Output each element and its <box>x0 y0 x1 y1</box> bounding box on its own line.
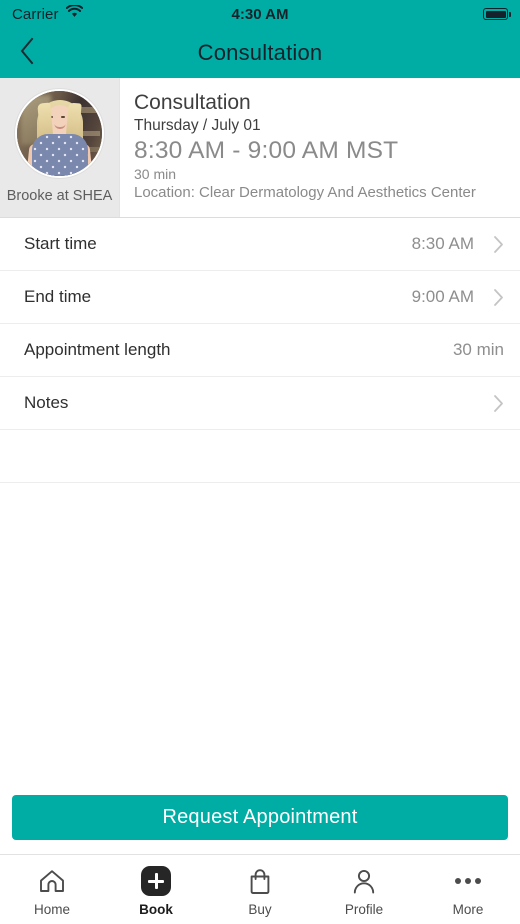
tab-label: Profile <box>344 902 384 917</box>
ellipsis-icon <box>455 867 481 895</box>
chevron-right-icon <box>482 394 504 413</box>
row-label: End time <box>24 287 92 306</box>
row-appointment-length: Appointment length 30 min <box>0 324 520 377</box>
appointment-time-range: 8:30 AM - 9:00 AM MST <box>134 137 399 164</box>
row-end-time[interactable]: End time 9:00 AM <box>0 271 520 324</box>
carrier-label: Carrier <box>12 5 59 23</box>
row-notes[interactable]: Notes <box>0 377 520 430</box>
provider-avatar-photo <box>15 89 104 178</box>
row-value: 30 min <box>452 340 504 359</box>
battery-full-icon <box>483 8 511 20</box>
appointment-title: Consultation <box>134 91 251 114</box>
row-value: 9:00 AM <box>411 287 474 306</box>
tab-label: Home <box>33 902 70 917</box>
bag-icon <box>247 867 273 895</box>
status-bar-right <box>483 8 511 20</box>
row-start-time[interactable]: Start time 8:30 AM <box>0 218 520 271</box>
page-title: Consultation <box>197 40 323 65</box>
chevron-right-icon <box>482 288 504 307</box>
tab-label: Book <box>139 902 173 917</box>
row-label: Notes <box>24 393 69 412</box>
home-icon <box>38 867 66 895</box>
status-bar-left: Carrier <box>12 4 83 23</box>
appointment-summary-card: Brooke at SHEA Consultation Thursday / J… <box>0 78 520 218</box>
tab-buy[interactable]: Buy <box>208 867 312 917</box>
tab-label: Buy <box>248 902 272 917</box>
appointment-date: Thursday / July 01 <box>134 117 261 134</box>
provider-panel[interactable]: Brooke at SHEA <box>0 78 120 217</box>
tab-profile[interactable]: Profile <box>312 867 416 917</box>
request-appointment-button[interactable]: Request Appointment <box>12 795 508 840</box>
status-bar: Carrier 4:30 AM <box>0 0 520 28</box>
row-label: Start time <box>24 234 97 253</box>
chevron-right-icon <box>482 235 504 254</box>
appointment-duration: 30 min <box>134 166 177 182</box>
appointment-detail-list: Start time 8:30 AM End time 9:00 AM Appo… <box>0 218 520 483</box>
row-value: 8:30 AM <box>411 234 474 253</box>
tab-home[interactable]: Home <box>0 867 104 917</box>
plus-icon <box>141 866 171 896</box>
tab-label: More <box>452 902 484 917</box>
content-spacer <box>0 483 520 783</box>
person-icon <box>351 867 377 895</box>
app-screen: Carrier 4:30 AM Consultation Brooke at S… <box>0 0 520 924</box>
appointment-location: Location: Clear Dermatology And Aestheti… <box>134 184 476 201</box>
tab-book[interactable]: Book <box>104 866 208 917</box>
row-filler <box>0 430 520 483</box>
tab-more[interactable]: More <box>416 867 520 917</box>
cta-container: Request Appointment <box>0 783 520 854</box>
appointment-info: Consultation Thursday / July 01 8:30 AM … <box>120 78 520 217</box>
row-label: Appointment length <box>24 340 171 359</box>
provider-name-label: Brooke at SHEA <box>6 188 113 204</box>
bottom-tab-bar: Home Book Buy Profile More <box>0 854 520 924</box>
wifi-icon <box>65 4 83 23</box>
navigation-bar: Consultation <box>0 28 520 78</box>
